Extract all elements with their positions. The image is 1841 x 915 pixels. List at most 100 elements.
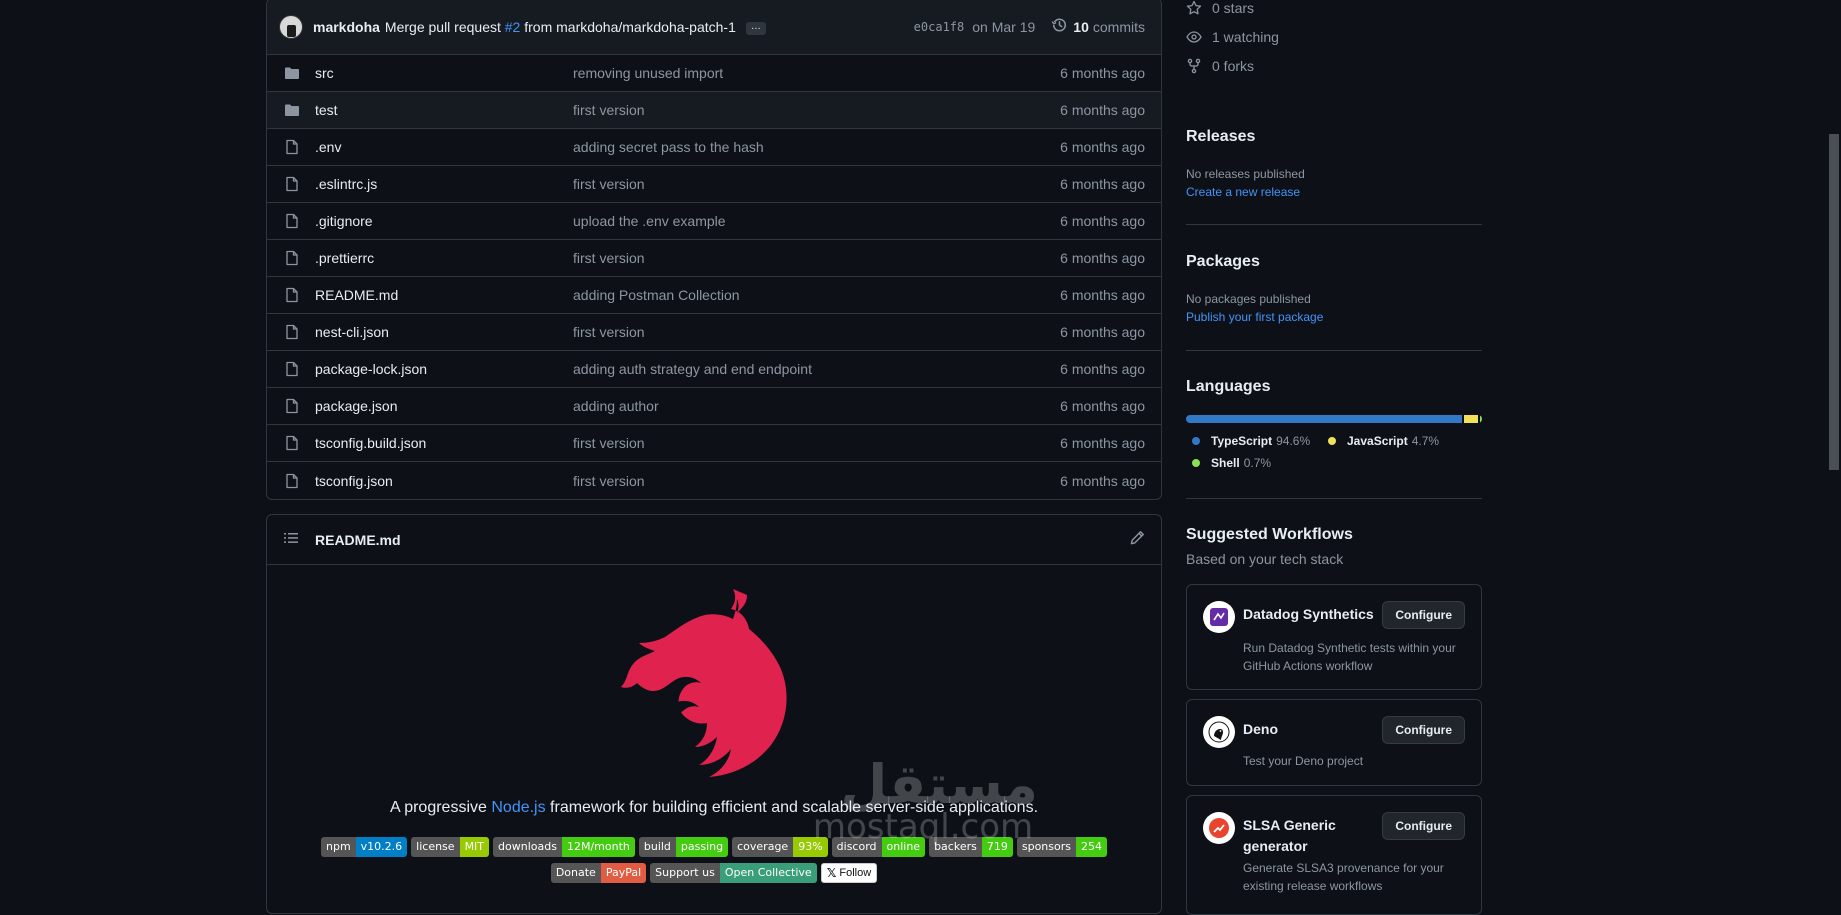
folder-icon — [283, 101, 301, 119]
file-row[interactable]: .env adding secret pass to the hash 6 mont… — [267, 129, 1161, 166]
file-name[interactable]: .prettierrc — [315, 250, 573, 266]
language-item[interactable]: TypeScript 94.6% — [1192, 434, 1310, 448]
releases-text: No releases published — [1186, 167, 1305, 181]
latest-commit-bar: markdoha Merge pull request #2 from mark… — [267, 0, 1161, 55]
file-row[interactable]: .gitignore upload the .env example 6 month… — [267, 203, 1161, 240]
language-item[interactable]: Shell 0.7% — [1192, 456, 1271, 470]
language-bar-segment — [1186, 415, 1463, 423]
avatar[interactable] — [279, 14, 303, 39]
configure-button[interactable]: Configure — [1382, 601, 1465, 629]
deno-logo-icon — [1203, 716, 1235, 748]
badge[interactable]: Donate PayPal — [550, 863, 647, 883]
file-icon — [283, 212, 301, 230]
file-name[interactable]: .env — [315, 139, 573, 155]
file-name[interactable]: nest-cli.json — [315, 324, 573, 340]
configure-button[interactable]: Configure — [1382, 812, 1465, 840]
file-icon — [283, 323, 301, 341]
file-commit-message[interactable]: first version — [573, 435, 1060, 451]
file-icon — [283, 360, 301, 378]
releases-title[interactable]: Releases — [1186, 128, 1255, 146]
file-commit-message[interactable]: upload the .env example — [573, 213, 1060, 229]
divider — [1186, 350, 1482, 351]
file-commit-message[interactable]: adding Postman Collection — [573, 287, 1060, 303]
file-row[interactable]: tsconfig.json first version 6 months ago — [267, 462, 1161, 499]
expand-commit-button[interactable]: … — [745, 22, 766, 35]
file-commit-message[interactable]: first version — [573, 176, 1060, 192]
outline-list-icon[interactable] — [283, 530, 299, 549]
forks-stat[interactable]: 0 forks — [1186, 58, 1254, 74]
languages-title: Languages — [1186, 378, 1271, 395]
file-name[interactable]: package.json — [315, 398, 573, 414]
file-commit-message[interactable]: first version — [573, 473, 1060, 489]
file-row[interactable]: package-lock.json adding auth strategy an… — [267, 351, 1161, 388]
readme-title[interactable]: README.md — [315, 532, 401, 548]
language-bar-segment — [1479, 415, 1482, 423]
create-release-link[interactable]: Create a new release — [1186, 185, 1300, 199]
commit-date: on Mar 19 — [972, 18, 1036, 35]
workflow-card-slsa: SLSA Generic generator Generate SLSA3 pr… — [1186, 795, 1482, 915]
file-commit-message[interactable]: first version — [573, 250, 1060, 266]
packages-title[interactable]: Packages — [1186, 253, 1260, 271]
commit-author[interactable]: markdoha — [313, 19, 380, 35]
nodejs-link[interactable]: Node.js — [491, 799, 545, 816]
file-name[interactable]: tsconfig.build.json — [315, 435, 573, 451]
eye-icon — [1186, 29, 1202, 45]
fork-icon — [1186, 58, 1202, 74]
file-name[interactable]: README.md — [315, 287, 573, 303]
file-row[interactable]: tsconfig.build.json first version 6 months… — [267, 425, 1161, 462]
file-age: 6 months ago — [1060, 435, 1145, 451]
pencil-icon[interactable] — [1129, 530, 1145, 549]
file-row[interactable]: nest-cli.json first version 6 months ago — [267, 314, 1161, 351]
workflow-card-deno: Deno Test your Deno project Configure — [1186, 699, 1482, 786]
badge[interactable]: license MIT — [411, 837, 490, 857]
file-commit-message[interactable]: adding secret pass to the hash — [573, 139, 1060, 155]
file-row[interactable]: README.md adding Postman Collection 6 mont… — [267, 277, 1161, 314]
watching-stat[interactable]: 1 watching — [1186, 29, 1279, 45]
commit-sha[interactable]: e0ca1f8 — [914, 20, 965, 34]
file-name[interactable]: .eslintrc.js — [315, 176, 573, 192]
badge[interactable]: downloads 12M/month — [493, 837, 635, 857]
file-commit-message[interactable]: adding author — [573, 398, 1060, 414]
divider — [1186, 224, 1482, 225]
file-row[interactable]: .eslintrc.js first version 6 months ago — [267, 166, 1161, 203]
file-row[interactable]: .prettierrc first version 6 months ago — [267, 240, 1161, 277]
file-commit-message[interactable]: removing unused import — [573, 65, 1060, 81]
language-bar-segment — [1464, 415, 1478, 423]
file-name[interactable]: .gitignore — [315, 213, 573, 229]
file-commit-message[interactable]: adding auth strategy and end endpoint — [573, 361, 1060, 377]
language-dot — [1328, 437, 1336, 445]
configure-button[interactable]: Configure — [1382, 716, 1465, 744]
file-name[interactable]: tsconfig.json — [315, 473, 573, 489]
language-item[interactable]: JavaScript 4.7% — [1328, 434, 1439, 448]
readme-panel: README.md A progressive Node.js framewor… — [266, 514, 1162, 914]
file-age: 6 months ago — [1060, 213, 1145, 229]
commits-history-link[interactable]: 10 commits — [1051, 17, 1145, 36]
badge[interactable]: npm v10.2.6 — [320, 837, 408, 857]
badge[interactable]: build passing — [638, 837, 729, 857]
publish-package-link[interactable]: Publish your first package — [1186, 310, 1323, 324]
file-age: 6 months ago — [1060, 102, 1145, 118]
file-row[interactable]: package.json adding author 6 months ago — [267, 388, 1161, 425]
file-row[interactable]: test first version 6 months ago — [267, 92, 1161, 129]
star-icon — [1186, 0, 1202, 16]
file-commit-message[interactable]: first version — [573, 324, 1060, 340]
commit-message[interactable]: Merge pull request #2 from markdoha/mark… — [385, 19, 736, 35]
workflow-name: Deno — [1243, 721, 1278, 737]
file-commit-message[interactable]: first version — [573, 102, 1060, 118]
watermark: مستقل mostaql.com — [812, 753, 1038, 847]
file-row[interactable]: src removing unused import 6 months ago — [267, 55, 1161, 92]
file-age: 6 months ago — [1060, 287, 1145, 303]
file-name[interactable]: test — [315, 102, 573, 118]
badge[interactable]: Support us Open Collective — [650, 863, 817, 883]
file-icon — [283, 286, 301, 304]
file-age: 6 months ago — [1060, 361, 1145, 377]
file-name[interactable]: package-lock.json — [315, 361, 573, 377]
stars-stat[interactable]: 0 stars — [1186, 0, 1254, 16]
scrollbar-thumb[interactable] — [1829, 134, 1839, 470]
follow-on-x-button[interactable]: 𝕏 Follow — [820, 863, 878, 883]
history-icon — [1051, 17, 1067, 36]
file-name[interactable]: src — [315, 65, 573, 81]
pr-link[interactable]: #2 — [505, 19, 521, 35]
file-age: 6 months ago — [1060, 472, 1145, 489]
file-icon — [283, 434, 301, 452]
